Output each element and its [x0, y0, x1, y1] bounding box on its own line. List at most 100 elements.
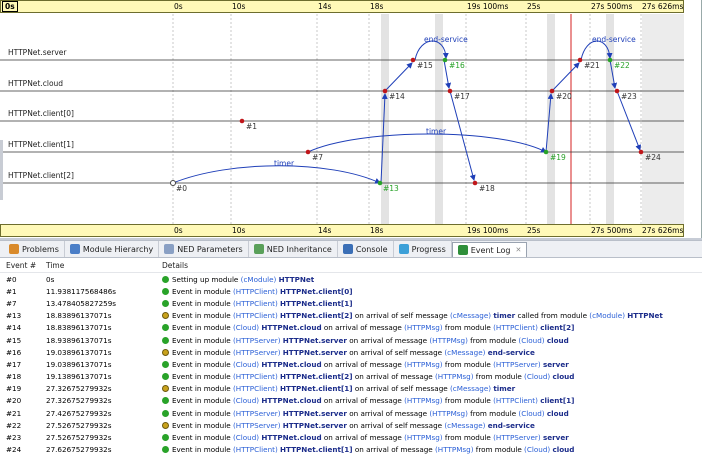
- table-row[interactable]: #18 19.13896137071s Event in module (HTTPC…: [0, 371, 702, 383]
- detail-fragment: on arrival of self message: [346, 347, 445, 357]
- event-time: 27.52675279932s: [46, 420, 112, 430]
- detail-fragment: (HTTPMsg): [435, 372, 474, 382]
- lane-label[interactable]: HTTPNet.client[0]: [8, 109, 74, 118]
- event-details: Event in module (HTTPClient) HTTPNet.cli…: [152, 287, 702, 296]
- event-number: #16: [6, 347, 22, 357]
- detail-fragment: (HTTPMsg): [404, 323, 443, 333]
- time-ruler-bottom[interactable]: 0s 10s 14s 18s 19s 100ms 25s 27s 500ms 2…: [0, 224, 684, 237]
- sequence-chart[interactable]: 0s 0s 10s 14s 18s 19s 100ms 25s 27s 500m…: [0, 0, 702, 238]
- column-header-event[interactable]: Event #: [0, 261, 42, 270]
- tab-progress[interactable]: Progress: [394, 241, 452, 257]
- event-number: #19: [6, 384, 22, 394]
- event-label: #21: [584, 61, 600, 70]
- self-message-icon: [162, 421, 169, 429]
- detail-fragment: (HTTPMsg): [404, 433, 443, 443]
- ide-window: 0s 0s 10s 14s 18s 19s 100ms 25s 27s 500m…: [0, 0, 702, 472]
- lane-label[interactable]: HTTPNet.client[2]: [8, 171, 74, 180]
- event-dots[interactable]: [170, 57, 644, 186]
- detail-fragment: (HTTPServer): [232, 347, 283, 357]
- tab-label: Console: [355, 244, 388, 254]
- ruler-tick: 14s: [318, 226, 332, 235]
- tab-ned-parameters[interactable]: NED Parameters: [159, 241, 249, 257]
- sequence-canvas[interactable]: #0 #1 #7 #13 #14 #15 #16 #17 #18 #19 #20…: [0, 0, 702, 238]
- detail-fragment: (HTTPClient): [493, 323, 541, 333]
- table-row[interactable]: #0 0s Setting up module (cModule) HTTPNet: [0, 273, 702, 285]
- table-row[interactable]: #1 11.938117568486s Event in module (HTTPC…: [0, 285, 702, 297]
- lane-label[interactable]: HTTPNet.client[1]: [8, 140, 74, 149]
- detail-fragment: (HTTPClient): [232, 298, 281, 308]
- table-row[interactable]: #24 27.62675279932s Event in module (HTTPC…: [0, 444, 702, 456]
- detail-fragment: Event in module: [172, 408, 233, 418]
- column-header-details[interactable]: Details: [152, 261, 702, 270]
- detail-fragment: (HTTPClient): [232, 286, 281, 296]
- event-number: #17: [6, 359, 22, 369]
- table-row[interactable]: #19 27.32675279932s Event in module (HTTPC…: [0, 383, 702, 395]
- detail-fragment: HTTPNet.client[1]: [280, 384, 353, 394]
- event-labels: #0 #1 #7 #13 #14 #15 #16 #17 #18 #19 #20…: [176, 61, 661, 193]
- table-row[interactable]: #14 18.83896137071s Event in module (Cloud…: [0, 322, 702, 334]
- detail-fragment: Event in module: [172, 323, 233, 333]
- tab-problems[interactable]: Problems: [4, 241, 65, 257]
- detail-fragment: (HTTPClient): [493, 396, 541, 406]
- table-row[interactable]: #22 27.52675279932s Event in module (HTTPS…: [0, 419, 702, 431]
- event-details: Event in module (HTTPServer) HTTPNet.ser…: [152, 409, 702, 418]
- message-arrows: [172, 40, 641, 184]
- detail-fragment: (cMessage): [444, 347, 488, 357]
- detail-fragment: server: [542, 359, 569, 369]
- detail-fragment: (HTTPServer): [232, 335, 283, 345]
- table-row[interactable]: #23 27.52675279932s Event in module (Cloud…: [0, 431, 702, 443]
- detail-fragment: HTTPNet.cloud: [261, 323, 322, 333]
- detail-fragment: Event in module: [172, 384, 233, 394]
- column-header-time[interactable]: Time: [42, 261, 152, 270]
- detail-fragment: from module: [442, 359, 494, 369]
- console-icon: [342, 244, 353, 254]
- detail-fragment: from module: [467, 335, 519, 345]
- message-label: end-service: [592, 35, 636, 44]
- event-details: Event in module (HTTPClient) HTTPNet.cli…: [152, 372, 702, 381]
- event-icon: [162, 373, 169, 381]
- event-time: 11.938117568486s: [46, 286, 117, 296]
- tab-console[interactable]: Console: [338, 241, 394, 257]
- table-row[interactable]: #16 19.03896137071s Event in module (HTTPS…: [0, 346, 702, 358]
- event-icon: [162, 275, 169, 283]
- detail-fragment: from module: [473, 445, 525, 455]
- detail-fragment: client[1]: [540, 396, 575, 406]
- tab-module-hierarchy[interactable]: Module Hierarchy: [65, 241, 160, 257]
- detail-fragment: (HTTPMsg): [429, 408, 468, 418]
- detail-fragment: (HTTPMsg): [435, 445, 474, 455]
- table-row[interactable]: #21 27.42675279932s Event in module (HTTPS…: [0, 407, 702, 419]
- table-row[interactable]: #20 27.32675279932s Event in module (Cloud…: [0, 395, 702, 407]
- event-label: #18: [479, 184, 495, 193]
- event-details: Event in module (HTTPClient) HTTPNet.cli…: [152, 311, 702, 320]
- detail-fragment: called from module: [515, 311, 590, 321]
- detail-fragment: HTTPNet.cloud: [261, 433, 322, 443]
- detail-fragment: timer: [493, 311, 516, 321]
- event-details: Event in module (HTTPClient) HTTPNet.cli…: [152, 299, 702, 308]
- detail-fragment: Event in module: [172, 298, 233, 308]
- tab-ned-inheritance[interactable]: NED Inheritance: [249, 241, 338, 257]
- detail-fragment: end-service: [487, 347, 535, 357]
- detail-fragment: cloud: [552, 445, 575, 455]
- lane-label[interactable]: HTTPNet.server: [8, 48, 66, 57]
- detail-fragment: (Cloud): [232, 359, 262, 369]
- module-hierarchy-icon: [69, 244, 80, 254]
- ruler-tick: 19s 100ms: [467, 226, 509, 235]
- detail-fragment: cloud: [546, 335, 569, 345]
- event-label: #19: [550, 153, 566, 162]
- close-icon[interactable]: ✕: [515, 246, 521, 254]
- detail-fragment: from module: [473, 372, 525, 382]
- event-number: #0: [6, 274, 17, 284]
- detail-fragment: on arrival of message: [352, 372, 435, 382]
- event-details: Event in module (Cloud) HTTPNet.cloud on…: [152, 396, 702, 405]
- detail-fragment: Event in module: [172, 445, 233, 455]
- detail-fragment: (Cloud): [232, 323, 262, 333]
- event-label: #20: [556, 92, 572, 101]
- table-row[interactable]: #15 18.93896137071s Event in module (HTTPS…: [0, 334, 702, 346]
- table-row[interactable]: #13 18.83896137071s Event in module (HTTPC…: [0, 310, 702, 322]
- event-log-table[interactable]: Event # Time Details #0 0s Setting up modu…: [0, 259, 702, 472]
- table-row[interactable]: #17 19.03896137071s Event in module (Cloud…: [0, 358, 702, 370]
- tab-event-log[interactable]: Event Log ✕: [451, 242, 528, 257]
- self-message-icon: [162, 348, 169, 356]
- table-row[interactable]: #7 13.478405827259s Event in module (HTTPC…: [0, 297, 702, 309]
- lane-label[interactable]: HTTPNet.cloud: [8, 79, 63, 88]
